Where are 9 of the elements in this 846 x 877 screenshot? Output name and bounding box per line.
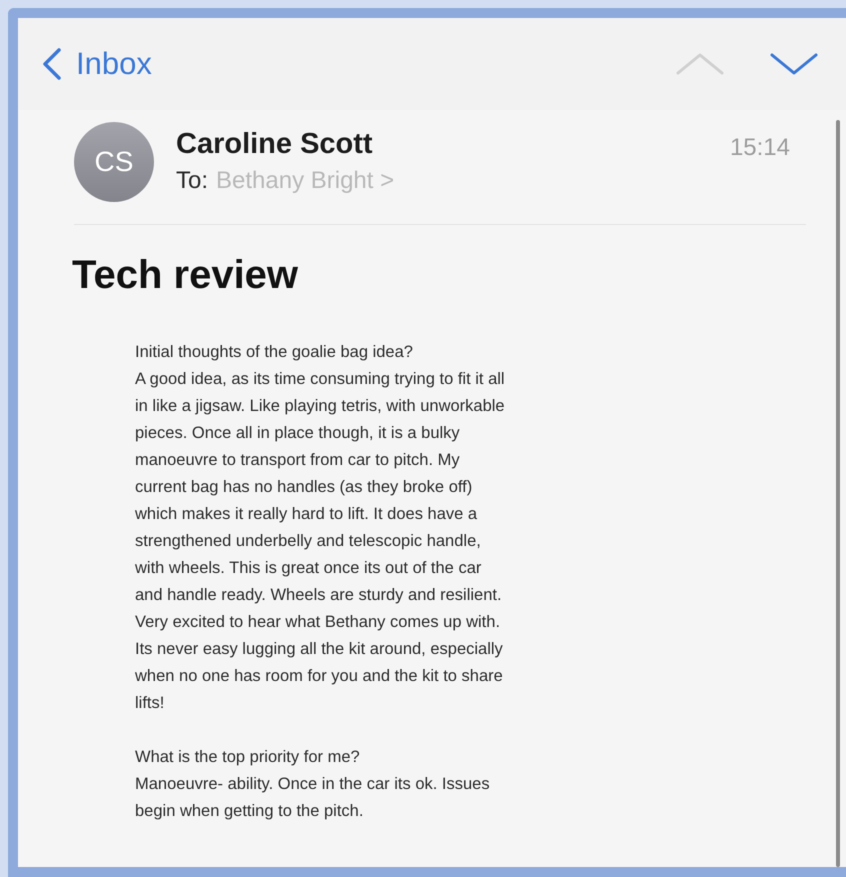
sender-avatar: CS [74, 122, 154, 202]
message-paragraph: What is the top priority for me? Manoeuvre- ability. Once in the car its ok. Issues begin when getting to the pitch. [135, 747, 491, 822]
message-paragraph: Initial thoughts of the goalie bag idea? A good idea, as its time consuming trying to fit it all in like a jigsaw. Like playing tetris, with unworkable pieces. Once all in place though, it is a bulky manoeuvre to transport from car to pitch. My current bag has no handles (as they broke off) which makes it really hard to lift. It does have a strengthened underbelly and telescopic handle, with wheels. This is great once its out of the car and handle ready. Wheels are sturdy and resilient. Very excited to hear what Bethany comes up with. Its never easy lugging all the kit around, especially when no one has room for you and the kit to share lifts! [135, 342, 506, 714]
sender-name: Caroline Scott [176, 127, 374, 162]
message-time: 15:14 [730, 133, 791, 163]
inbox-back-link[interactable]: Inbox [42, 40, 152, 88]
back-icon [42, 48, 62, 80]
to-label: To: [176, 166, 208, 196]
message-subject: Tech review [72, 252, 300, 299]
